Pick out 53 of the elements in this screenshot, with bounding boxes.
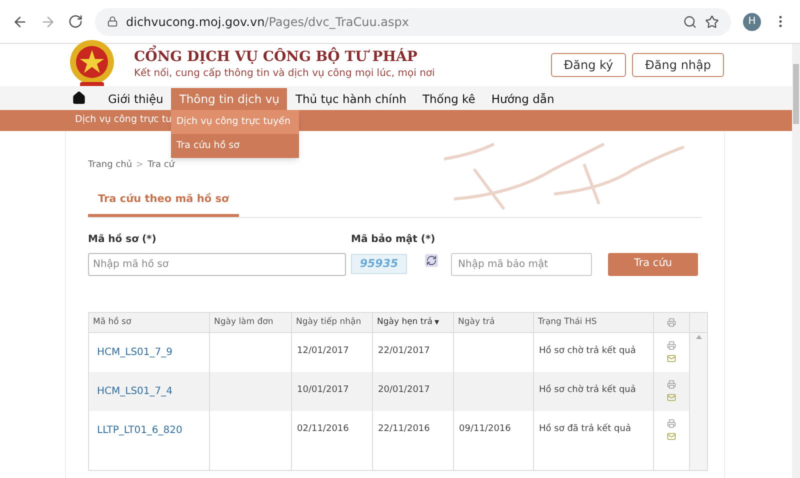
mail-icon[interactable] (667, 393, 676, 402)
scrollbar[interactable] (690, 332, 707, 470)
column-header[interactable]: Trạng Thái HS (534, 312, 654, 332)
profile-avatar[interactable]: H (743, 12, 761, 30)
column-header[interactable]: Ngày tiếp nhận (292, 312, 373, 332)
field-label: Mã hồ sơ (*) (88, 232, 158, 246)
nav-item[interactable]: Thủ tục hành chính (287, 88, 414, 112)
mail-icon[interactable] (667, 354, 676, 363)
zoom-icon[interactable] (683, 14, 697, 28)
register-button[interactable]: Đăng ký (550, 53, 626, 77)
nav-item[interactable]: Hướng dẫn (483, 88, 562, 112)
nav-item[interactable]: Thống kê (414, 88, 484, 112)
star-icon[interactable] (705, 14, 719, 28)
nav-item[interactable]: Giới thiệu (100, 88, 172, 112)
record-link[interactable]: LLTP_LT01_6_820 (97, 422, 182, 438)
address-bar[interactable]: dichvucong.moj.gov.vn/Pages/dvc_TraCuu.aspx (95, 8, 731, 36)
home-icon[interactable] (72, 91, 86, 105)
record-link[interactable]: HCM_LS01_7_9 (97, 344, 172, 360)
field-label: Mã bảo mật (*) (351, 232, 436, 246)
column-header[interactable]: Ngày làm đơn (210, 312, 292, 332)
printer-icon (667, 318, 676, 326)
forward-icon[interactable] (40, 14, 56, 30)
scroll-up-icon[interactable] (696, 334, 702, 338)
table-cell-text: 20/01/2017 (378, 384, 430, 398)
back-icon[interactable] (12, 14, 28, 30)
table-cell-text: 09/11/2016 (459, 423, 511, 436)
url-text: dichvucong.moj.gov.vn/Pages/dvc_TraCuu.aspx (126, 14, 409, 30)
table-cell-text: Hồ sơ chờ trả kết quả (539, 384, 636, 398)
table-cell-text: 22/01/2017 (378, 345, 430, 358)
site-tagline: Kết nối, cung cấp thông tin và dịch vụ công mọi lúc, mọi nơi (134, 66, 435, 82)
reload-icon[interactable] (68, 14, 83, 29)
login-button[interactable]: Đăng nhập (632, 53, 724, 77)
printer-icon[interactable] (667, 341, 676, 350)
column-header[interactable]: Ngày trả (454, 312, 534, 332)
captcha-input-field[interactable]: Nhập mã bảo mật (451, 252, 592, 276)
lock-icon (107, 16, 118, 27)
breadcrumb-current: Tra cứ (148, 159, 174, 172)
captcha-image: 95935 (351, 254, 407, 274)
breadcrumb-separator: > (136, 159, 144, 172)
printer-icon[interactable] (667, 419, 676, 428)
column-header[interactable]: Mã hồ sơ (89, 312, 210, 332)
table-cell-text: Hồ sơ chờ trả kết quả (539, 345, 636, 358)
tab[interactable]: Tra cứu theo mã hồ sơ (88, 186, 239, 216)
table-cell-text: Hồ sơ đã trả kết quả (539, 423, 631, 436)
printer-icon[interactable] (667, 380, 676, 389)
breadcrumb-link[interactable]: Trang chủ (88, 159, 132, 172)
table-cell-text: 22/11/2016 (378, 423, 430, 436)
refresh-icon[interactable] (425, 254, 438, 266)
mail-icon[interactable] (667, 432, 676, 441)
table-cell-text: 12/01/2017 (297, 345, 349, 358)
table-cell-text: 02/11/2016 (297, 423, 349, 436)
record-link[interactable]: HCM_LS01_7_4 (97, 384, 172, 398)
table-cell-text: 10/01/2017 (297, 384, 349, 398)
